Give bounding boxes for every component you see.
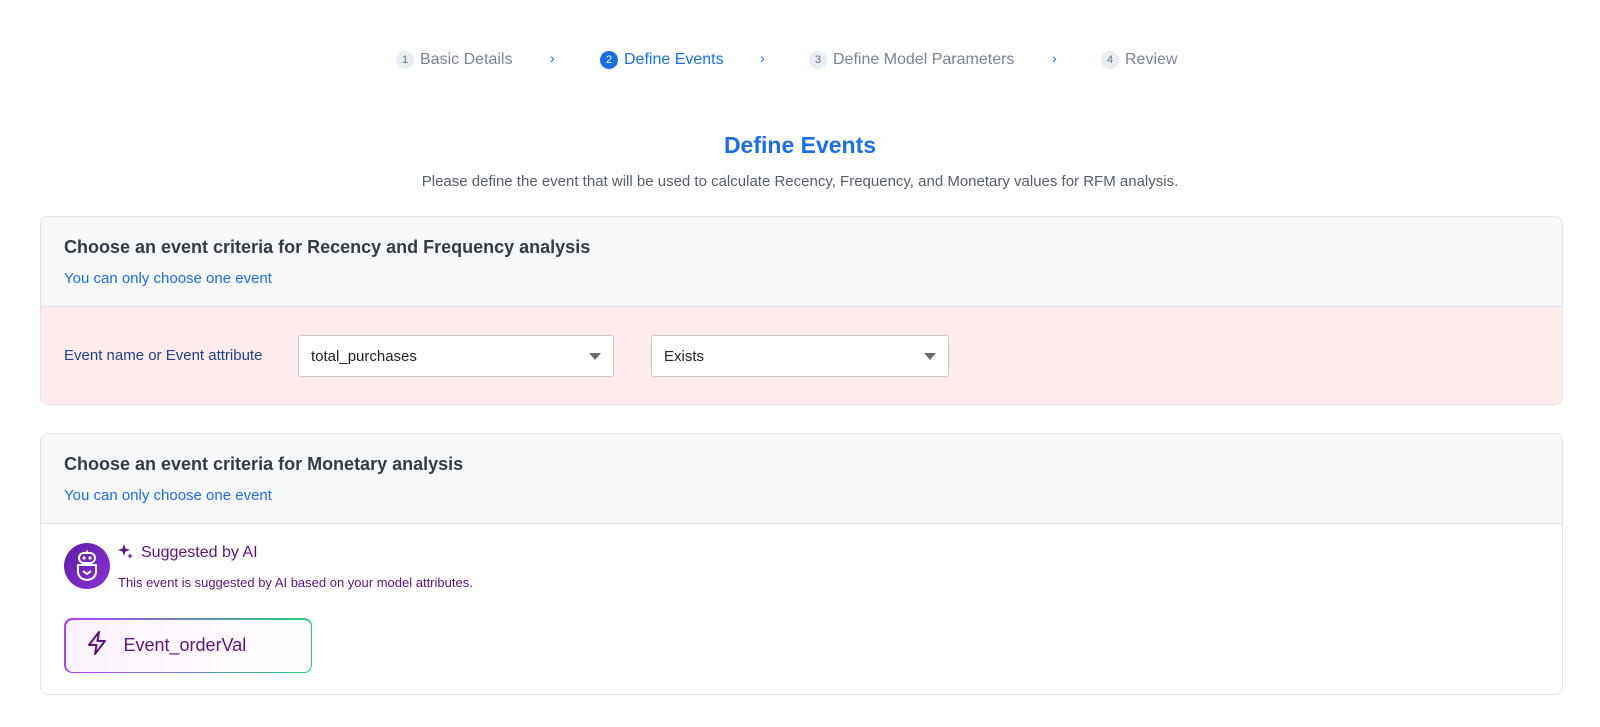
step-number: 1: [396, 51, 414, 69]
event-criteria-row: Event name or Event attribute total_purc…: [41, 307, 1562, 404]
card-title: Choose an event criteria for Recency and…: [64, 237, 591, 257]
ai-suggestion-description: This event is suggested by AI based on y…: [118, 575, 473, 590]
step-define-model-parameters[interactable]: 3 Define Model Parameters: [809, 46, 1014, 74]
step-number: 3: [809, 51, 827, 69]
caret-down-icon: [924, 353, 936, 360]
step-define-events[interactable]: 2 Define Events: [600, 46, 724, 74]
suggested-event-label: Event_orderVal: [123, 635, 247, 655]
chevron-right-icon: ›: [550, 50, 555, 66]
card-header: Choose an event criteria for Recency and…: [41, 217, 1562, 307]
step-label: Basic Details: [420, 51, 513, 68]
step-review[interactable]: 4 Review: [1101, 46, 1177, 74]
page-title: Define Events: [723, 132, 877, 158]
step-basic-details[interactable]: 1 Basic Details: [396, 46, 512, 74]
lightning-icon: [86, 631, 108, 660]
event-attribute-select[interactable]: total_purchases: [298, 335, 614, 377]
page-subtitle: Please define the event that will be use…: [421, 173, 1179, 190]
card-header: Choose an event criteria for Monetary an…: [41, 434, 1562, 524]
monetary-card: Choose an event criteria for Monetary an…: [40, 433, 1563, 695]
chevron-right-icon: ›: [760, 50, 765, 66]
robot-icon: [64, 543, 110, 589]
recency-frequency-card: Choose an event criteria for Recency and…: [40, 216, 1563, 405]
select-value: Exists: [664, 347, 705, 365]
operator-select[interactable]: Exists: [651, 335, 949, 377]
step-label: Review: [1125, 51, 1178, 68]
step-label: Define Events: [624, 51, 724, 68]
card-hint: You can only choose one event: [64, 270, 272, 287]
wizard-stepper: 1 Basic Details › 2 Define Events › 3 De…: [0, 46, 1600, 74]
event-field-label: Event name or Event attribute: [64, 347, 263, 364]
suggested-event-chip[interactable]: Event_orderVal: [64, 618, 312, 673]
step-number: 2: [600, 51, 618, 69]
suggested-event-chip-inner: Event_orderVal: [65, 619, 311, 672]
card-hint: You can only choose one event: [64, 487, 272, 504]
step-label: Define Model Parameters: [833, 51, 1015, 68]
ai-suggestion-panel: Suggested by AI This event is suggested …: [41, 524, 1562, 694]
select-value: total_purchases: [311, 347, 417, 365]
card-title: Choose an event criteria for Monetary an…: [64, 454, 464, 474]
sparkle-icon: [118, 543, 134, 566]
step-number: 4: [1101, 51, 1119, 69]
chevron-right-icon: ›: [1052, 50, 1057, 66]
caret-down-icon: [589, 353, 601, 360]
ai-suggestion-title: Suggested by AI: [141, 544, 258, 561]
